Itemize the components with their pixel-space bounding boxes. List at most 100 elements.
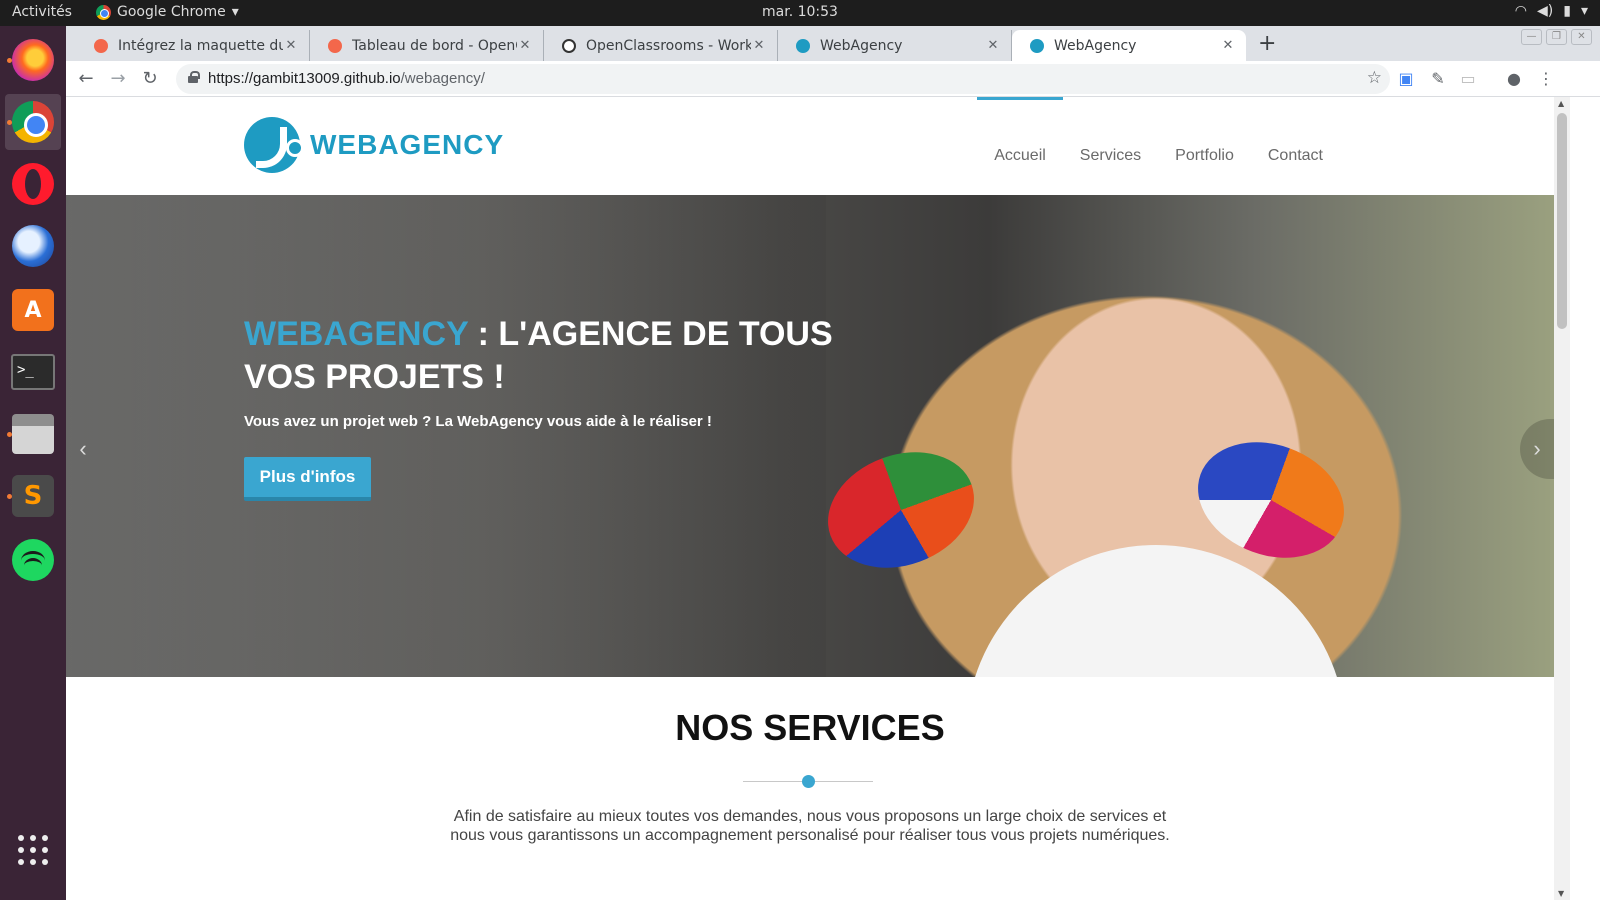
tab-webagency-active[interactable]: WebAgency ✕ — [1012, 30, 1246, 61]
dock-software-center[interactable]: A — [5, 282, 61, 338]
lock-icon — [188, 71, 200, 83]
hero-title: WEBAGENCY : L'AGENCE DE TOUS VOS PROJETS… — [244, 313, 844, 399]
openclassrooms-favicon-icon — [328, 38, 342, 53]
volume-icon: ◀) — [1537, 3, 1554, 19]
close-icon[interactable]: ✕ — [751, 38, 767, 53]
dock-opera[interactable] — [5, 156, 61, 212]
dock-firefox[interactable] — [5, 32, 61, 88]
page-viewport: WEBAGENCY Accueil Services Portfolio Con… — [66, 97, 1554, 900]
eyedropper-extension-icon[interactable]: ✎ — [1428, 69, 1448, 89]
dock-terminal[interactable]: >_ — [5, 344, 61, 400]
site-header: WEBAGENCY Accueil Services Portfolio Con… — [66, 97, 1554, 195]
divider-dot — [802, 775, 815, 788]
hero-image-child — [966, 545, 1346, 677]
new-tab-button[interactable]: + — [1258, 31, 1276, 56]
scroll-up-arrow-icon[interactable]: ▲ — [1558, 99, 1564, 108]
nav-portfolio[interactable]: Portfolio — [1158, 97, 1251, 195]
running-indicator — [7, 58, 12, 63]
wordpress-favicon-icon — [562, 38, 576, 53]
chrome-icon — [12, 101, 54, 143]
reload-button[interactable]: ↻ — [138, 67, 162, 91]
close-icon[interactable]: ✕ — [517, 38, 533, 53]
tab-label: OpenClassrooms - Workp — [586, 37, 751, 54]
sublime-text-icon: S — [12, 475, 54, 517]
tab-openclassrooms-workplace[interactable]: OpenClassrooms - Workp ✕ — [544, 30, 778, 61]
tab-label: WebAgency — [820, 37, 903, 54]
firefox-icon — [12, 39, 54, 81]
running-indicator — [7, 432, 12, 437]
tab-strip: Intégrez la maquette du s ✕ Tableau de b… — [66, 26, 1600, 61]
system-tray[interactable]: ◠ ◀) ▮ ▾ — [1515, 3, 1588, 19]
dock-thunderbird[interactable] — [5, 218, 61, 274]
webagency-logo-icon — [244, 117, 304, 173]
page-scrollbar[interactable]: ▲ ▼ — [1554, 97, 1570, 900]
dock-chrome[interactable] — [5, 94, 61, 150]
browser-toolbar: ← → ↻ https://gambit13009.github.io/weba… — [66, 61, 1600, 97]
apps-grid-icon — [18, 835, 48, 865]
app-menu-label: Google Chrome — [117, 4, 226, 20]
translate-extension-icon[interactable]: ▣ — [1396, 69, 1416, 89]
clock[interactable]: mar. 10:53 — [0, 4, 1600, 20]
close-icon[interactable]: ✕ — [283, 38, 299, 53]
tab-tableau-de-bord[interactable]: Tableau de bord - OpenCla ✕ — [310, 30, 544, 61]
address-bar[interactable]: https://gambit13009.github.io/webagency/… — [176, 64, 1390, 94]
caret-down-icon: ▾ — [1580, 3, 1588, 19]
show-applications-button[interactable] — [5, 822, 61, 878]
logo-text: WEBAGENCY — [310, 129, 505, 160]
scroll-down-arrow-icon[interactable]: ▼ — [1558, 889, 1564, 898]
profile-icon[interactable]: ● — [1504, 69, 1524, 89]
nav-contact[interactable]: Contact — [1251, 97, 1340, 195]
hero-title-brand: WEBAGENCY — [244, 315, 469, 353]
main-nav: Accueil Services Portfolio Contact — [977, 97, 1340, 195]
dock-spotify[interactable] — [5, 532, 61, 588]
close-window-button[interactable]: ✕ — [1571, 29, 1592, 45]
restore-button[interactable]: ❐ — [1546, 29, 1567, 45]
battery-icon: ▮ — [1563, 3, 1571, 19]
scrollbar-thumb[interactable] — [1557, 113, 1567, 329]
close-icon[interactable]: ✕ — [1220, 38, 1236, 53]
activities-button[interactable]: Activités — [12, 4, 72, 20]
chrome-icon — [96, 4, 111, 20]
chat-extension-icon[interactable]: ▭ — [1458, 69, 1478, 89]
openclassrooms-favicon-icon — [94, 38, 108, 53]
close-icon[interactable]: ✕ — [985, 38, 1001, 53]
nav-accueil[interactable]: Accueil — [977, 97, 1063, 195]
hero-carousel: WEBAGENCY : L'AGENCE DE TOUS VOS PROJETS… — [66, 195, 1554, 677]
tab-label: WebAgency — [1054, 37, 1137, 54]
window-controls: — ❐ ✕ — [1521, 29, 1592, 45]
hero-image-painted-hand-left — [811, 432, 991, 588]
launcher-dock: A >_ S — [0, 26, 66, 900]
dock-files[interactable] — [5, 406, 61, 462]
more-info-button[interactable]: Plus d'infos — [244, 457, 371, 501]
tab-label: Intégrez la maquette du s — [118, 37, 283, 54]
software-center-icon: A — [12, 289, 54, 331]
system-top-bar: Activités Google Chrome ▾ mar. 10:53 ◠ ◀… — [0, 0, 1600, 26]
tab-label: Tableau de bord - OpenCla — [352, 37, 517, 54]
webagency-favicon-icon — [796, 38, 810, 53]
dock-sublime[interactable]: S — [5, 468, 61, 524]
thunderbird-icon — [12, 225, 54, 267]
window-edge — [1570, 97, 1600, 900]
bookmark-star-icon[interactable]: ☆ — [1367, 68, 1382, 88]
carousel-prev-chevron-icon[interactable]: ‹ — [68, 419, 98, 479]
services-description: Afin de satisfaire au mieux toutes vos d… — [450, 808, 1170, 844]
site-logo[interactable]: WEBAGENCY — [244, 117, 504, 173]
section-divider — [743, 775, 873, 789]
terminal-icon: >_ — [11, 354, 55, 390]
files-icon — [12, 414, 54, 454]
tab-webagency[interactable]: WebAgency ✕ — [778, 30, 1012, 61]
forward-button[interactable]: → — [106, 67, 130, 91]
url-path: /webagency/ — [400, 70, 485, 87]
back-button[interactable]: ← — [74, 67, 98, 91]
menu-dots-icon[interactable]: ⋮ — [1536, 69, 1556, 89]
wifi-icon: ◠ — [1514, 3, 1528, 19]
nav-services[interactable]: Services — [1063, 97, 1158, 195]
tab-integrez-maquette[interactable]: Intégrez la maquette du s ✕ — [76, 30, 310, 61]
minimize-button[interactable]: — — [1521, 29, 1542, 45]
opera-icon — [12, 163, 54, 205]
running-indicator — [7, 494, 12, 499]
hero-shade — [66, 195, 826, 677]
carousel-next-chevron-icon[interactable]: › — [1520, 419, 1554, 479]
services-title: NOS SERVICES — [675, 707, 945, 748]
app-menu[interactable]: Google Chrome ▾ — [96, 4, 239, 20]
